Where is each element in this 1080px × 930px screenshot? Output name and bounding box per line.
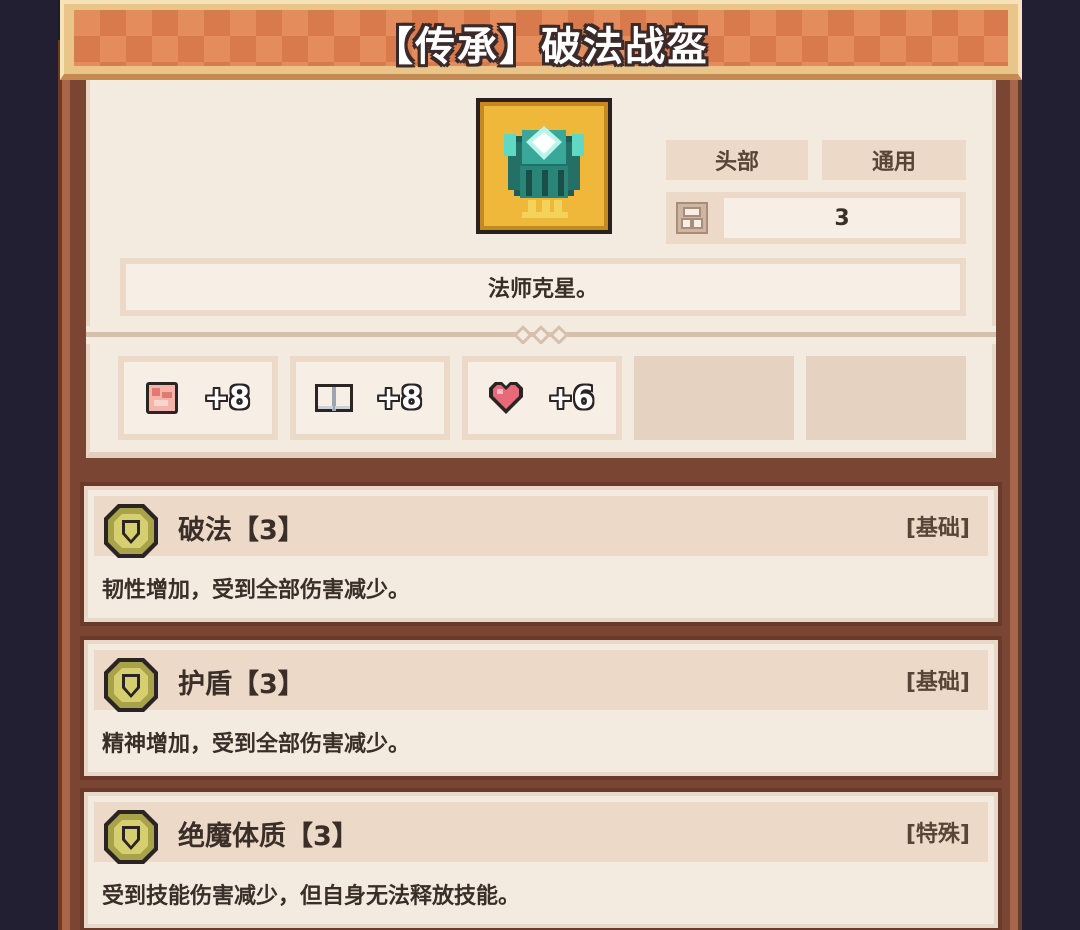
item-icon-frame[interactable]: [476, 98, 612, 234]
book-icon: [310, 374, 358, 422]
skill-name: 护盾【3】: [178, 669, 305, 700]
shield-icon: [104, 658, 158, 712]
skill-name: 破法【3】: [178, 515, 305, 546]
slot-count-value: 3: [724, 198, 960, 238]
fist-icon: [138, 374, 186, 422]
stat-strength[interactable]: +8: [118, 356, 278, 440]
item-description-box: 法师克星。: [120, 258, 966, 316]
skill-header: 破法【3】 [基础]: [94, 496, 988, 558]
stat-intellect-value: +8: [376, 380, 423, 416]
stat-health-value: +6: [548, 380, 595, 416]
stat-intellect-inner: +8: [296, 362, 444, 434]
stats-card: +8 +8 +6: [86, 344, 996, 458]
shield-icon: [104, 504, 158, 558]
slot-grid-icon: [672, 198, 712, 238]
item-title: 【传承】破法战盔: [373, 24, 709, 70]
skill-category: [基础]: [905, 516, 970, 541]
slot-count-row: 3: [666, 192, 966, 244]
helmet-icon: [504, 126, 584, 218]
skill-card[interactable]: 破法【3】 [基础] 韧性增加，受到全部伤害减少。: [80, 482, 1002, 626]
stat-health-inner: +6: [468, 362, 616, 434]
equip-part-tag: 头部: [666, 140, 808, 180]
stat-slot-empty: [806, 356, 966, 440]
background-left: [0, 0, 58, 930]
heart-icon: [482, 374, 530, 422]
skill-description: 受到技能伤害减少，但自身无法释放技能。: [102, 884, 521, 909]
title-banner: 【传承】破法战盔: [60, 0, 1022, 80]
background-right: [1022, 0, 1080, 930]
skill-header: 绝魔体质【3】 [特殊]: [94, 802, 988, 864]
skill-card[interactable]: 绝魔体质【3】 [特殊] 受到技能伤害减少，但自身无法释放技能。: [80, 788, 1002, 930]
skill-description: 韧性增加，受到全部伤害减少。: [102, 578, 411, 603]
item-icon-bg: [480, 102, 608, 230]
divider-ornament: [496, 325, 586, 345]
skill-header: 护盾【3】 [基础]: [94, 650, 988, 712]
stat-strength-value: +8: [204, 380, 251, 416]
stat-slot-empty: [634, 356, 794, 440]
skill-category: [基础]: [905, 670, 970, 695]
stat-intellect[interactable]: +8: [290, 356, 450, 440]
skill-description: 精神增加，受到全部伤害减少。: [102, 732, 411, 757]
item-info-card: 头部 通用 3 法师克星。: [86, 76, 996, 330]
stat-strength-inner: +8: [124, 362, 272, 434]
shield-icon: [104, 810, 158, 864]
skill-name: 绝魔体质【3】: [178, 821, 359, 852]
stat-health[interactable]: +6: [462, 356, 622, 440]
skill-category: [特殊]: [905, 822, 970, 847]
skill-card[interactable]: 护盾【3】 [基础] 精神增加，受到全部伤害减少。: [80, 636, 1002, 780]
section-divider: [86, 325, 996, 345]
equip-type-tag: 通用: [822, 140, 966, 180]
item-description: 法师克星。: [126, 264, 960, 310]
